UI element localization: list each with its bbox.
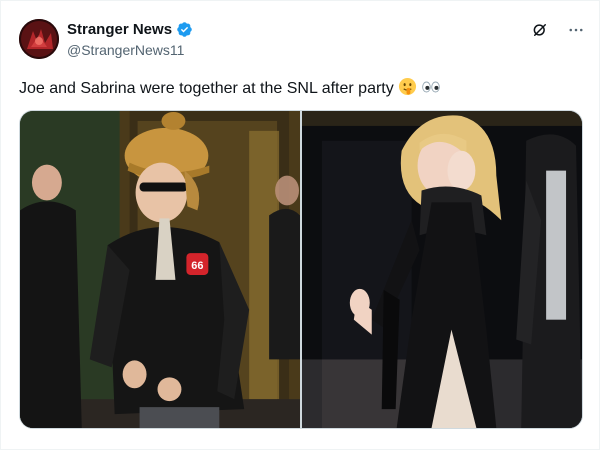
media-photo-2[interactable] [302, 111, 582, 428]
tweet-text: Joe and Sabrina were together at the SNL… [19, 77, 441, 101]
jacket-badge-text: 66 [191, 260, 203, 272]
tweet-body: Joe and Sabrina were together at the SNL… [19, 80, 394, 97]
more-options-icon[interactable] [565, 19, 587, 41]
tweet-media-grid: 66 [19, 110, 583, 429]
joe-photo-icon: 66 [20, 111, 300, 428]
tweet-top-actions [529, 19, 587, 41]
tweet-card: Stranger News @StrangerNews11 Joe and Sa… [0, 0, 600, 450]
author-name-row: Stranger News [67, 21, 193, 38]
verified-badge-icon [176, 21, 193, 38]
author-avatar[interactable] [19, 19, 59, 59]
media-photo-1[interactable]: 66 [20, 111, 300, 428]
stranger-things-avatar-icon [19, 19, 59, 59]
sabrina-photo-icon [302, 111, 582, 428]
author-display-name[interactable]: Stranger News [67, 21, 172, 38]
author-handle[interactable]: @StrangerNews11 [67, 42, 184, 58]
grok-icon[interactable] [529, 19, 551, 41]
shushing-face-emoji-icon [398, 77, 417, 101]
eyes-emoji-icon [421, 80, 441, 99]
